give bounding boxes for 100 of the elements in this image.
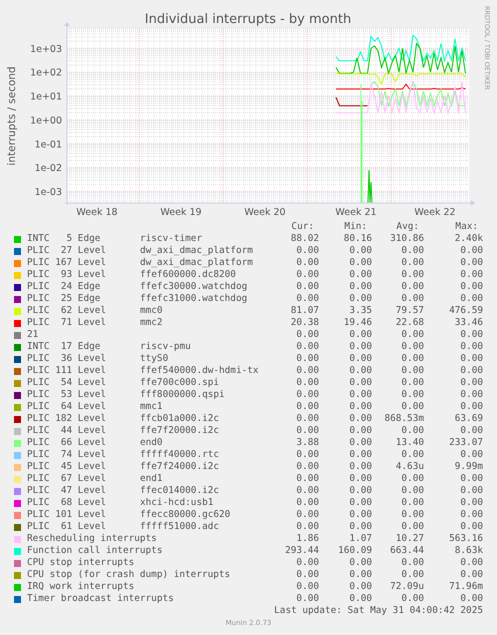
interrupt-source: PLIC 182 Level — [27, 413, 108, 425]
cur-value: 0.00 — [295, 353, 319, 365]
device-name: riscv-pmu — [140, 341, 192, 353]
device-name: mmc1 — [140, 401, 164, 413]
avg-value: 0.00 — [400, 485, 424, 497]
max-value: 563.16 — [448, 533, 483, 545]
cur-value: 0.00 — [295, 581, 319, 593]
avg-value: 72.09u — [389, 581, 424, 593]
cur-value: 1.86 — [295, 533, 319, 545]
device-name: ffefc30000.watchdog — [140, 281, 248, 293]
cur-value: 0.00 — [295, 389, 319, 401]
min-value: 0.00 — [348, 437, 372, 449]
min-value: 0.00 — [348, 329, 372, 341]
min-value: 0.00 — [348, 413, 372, 425]
min-value: 0.00 — [348, 269, 372, 281]
interrupt-source: PLIC 66 Level — [27, 437, 108, 449]
min-value: 0.00 — [348, 377, 372, 389]
min-value: 0.00 — [348, 425, 372, 437]
x-tick-label: Week 18 — [76, 207, 118, 216]
avg-value: 0.00 — [400, 449, 424, 461]
interrupt-source: PLIC 24 Edge — [27, 281, 102, 293]
y-tick-label: 1e+02 — [30, 68, 62, 79]
max-value: 0.00 — [459, 257, 483, 269]
cur-value: 293.44 — [284, 545, 319, 557]
cur-value: 0.00 — [295, 293, 319, 305]
max-value: 0.00 — [459, 389, 483, 401]
min-value: 0.00 — [348, 461, 372, 473]
device-name: end0 — [140, 437, 164, 449]
avg-value: 0.00 — [400, 557, 424, 569]
interrupt-source: PLIC 61 Level — [27, 521, 108, 533]
interrupt-source: PLIC 68 Level — [27, 497, 108, 509]
cur-value: 0.00 — [295, 569, 319, 581]
avg-value: 868.53m — [383, 413, 424, 425]
cur-value: 0.00 — [295, 449, 319, 461]
avg-value: 0.00 — [400, 281, 424, 293]
cur-value: 3.88 — [295, 437, 319, 449]
column-header: Cur: — [290, 221, 315, 233]
avg-value: 0.00 — [400, 521, 424, 533]
min-value: 0.00 — [348, 557, 372, 569]
device-name: ttyS0 — [140, 353, 170, 365]
device-name: xhci-hcd:usb1 — [140, 497, 214, 509]
cur-value: 0.00 — [295, 341, 319, 353]
column-header: Max: — [454, 221, 479, 233]
cur-value: 0.00 — [295, 521, 319, 533]
max-value: 0.00 — [459, 293, 483, 305]
avg-value: 0.00 — [400, 365, 424, 377]
device-name: ffefc31000.watchdog — [140, 293, 248, 305]
avg-value: 0.00 — [400, 593, 424, 605]
max-value: 0.00 — [459, 521, 483, 533]
device-name: ffe7f24000.i2c — [140, 461, 220, 473]
min-value: 0.00 — [348, 257, 372, 269]
interrupt-source: PLIC 67 Level — [27, 473, 108, 485]
x-tick-label: Week 19 — [160, 207, 202, 216]
avg-value: 0.00 — [400, 341, 424, 353]
cur-value: 0.00 — [295, 257, 319, 269]
avg-value: 0.00 — [400, 473, 424, 485]
max-value: 233.07 — [448, 437, 483, 449]
device-name: ffecc80000.gc620 — [140, 509, 232, 521]
avg-value: 79.57 — [394, 305, 424, 317]
avg-value: 10.27 — [394, 533, 424, 545]
device-name: dw_axi_dmac_platform — [140, 257, 254, 269]
max-value: 0.00 — [459, 281, 483, 293]
device-name: fff8000000.qspi — [140, 389, 226, 401]
y-tick-label: 1e+00 — [30, 115, 62, 126]
min-value: 0.00 — [348, 509, 372, 521]
min-value: 0.00 — [348, 521, 372, 533]
interrupt-source: Timer broadcast interrupts — [27, 593, 175, 605]
min-value: 3.35 — [348, 305, 372, 317]
cur-value: 0.00 — [295, 245, 319, 257]
max-value: 0.00 — [459, 473, 483, 485]
avg-value: 0.00 — [400, 377, 424, 389]
interrupt-source: 21 — [27, 329, 40, 341]
interrupt-source: PLIC 54 Level — [27, 377, 108, 389]
avg-value: 22.68 — [394, 317, 424, 329]
device-name: fffff51000.adc — [140, 521, 220, 533]
avg-value: 0.00 — [400, 497, 424, 509]
cur-value: 0.00 — [295, 509, 319, 521]
max-value: 0.00 — [459, 353, 483, 365]
min-value: 0.00 — [348, 293, 372, 305]
avg-value: 0.00 — [400, 293, 424, 305]
y-axis-label: interrupts / second — [6, 66, 18, 166]
avg-value: 0.00 — [400, 401, 424, 413]
interrupt-source: CPU stop interrupts — [27, 557, 136, 569]
max-value: 0.00 — [459, 365, 483, 377]
device-name: ffe7f20000.i2c — [140, 425, 220, 437]
avg-value: 0.00 — [400, 389, 424, 401]
device-name: ffef540000.dw-hdmi-tx — [140, 365, 260, 377]
interrupt-source: PLIC 62 Level — [27, 305, 108, 317]
min-value: 0.00 — [348, 473, 372, 485]
device-name: dw_axi_dmac_platform — [140, 245, 254, 257]
max-value: 33.46 — [454, 317, 483, 329]
max-value: 2.40k — [454, 233, 483, 245]
min-value: 0.00 — [348, 569, 372, 581]
device-name: ffe700c000.spi — [140, 377, 220, 389]
x-tick-label: Week 20 — [244, 207, 286, 216]
y-tick-label: 1e-03 — [34, 187, 62, 198]
max-value: 0.00 — [459, 569, 483, 581]
interrupt-source: PLIC 71 Level — [27, 317, 108, 329]
y-tick-label: 1e+01 — [30, 92, 62, 103]
max-value: 0.00 — [459, 449, 483, 461]
